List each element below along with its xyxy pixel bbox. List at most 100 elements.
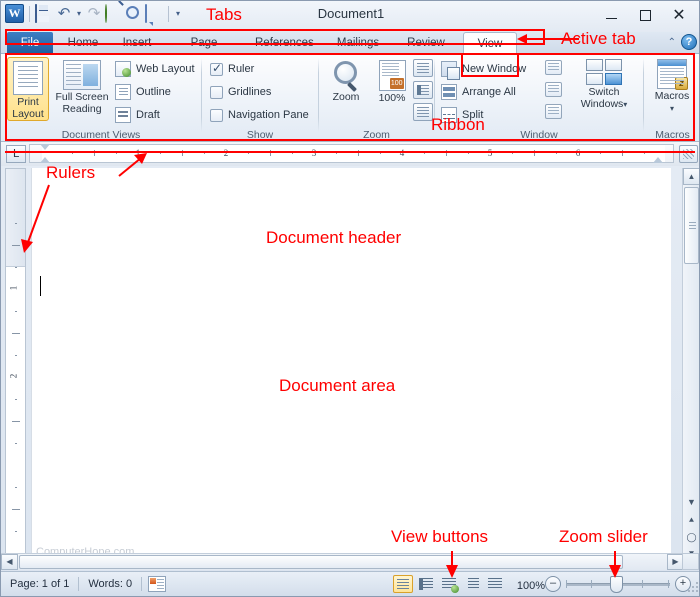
reset-window-position-button[interactable]	[545, 104, 562, 119]
tab-references[interactable]: References	[247, 32, 319, 54]
tab-page-layout[interactable]: Page Layout	[167, 32, 241, 71]
zoom-100-button[interactable]: 100%	[371, 57, 413, 105]
vertical-ruler-number: 1	[8, 285, 19, 291]
window-controls: ✕	[595, 3, 695, 27]
status-bar: Page: 1 of 1 Words: 0 100% – +	[1, 571, 699, 596]
web-layout-item[interactable]: Web Layout	[115, 59, 195, 79]
text-cursor	[40, 276, 41, 296]
full-screen-reading-view-button[interactable]	[416, 575, 436, 593]
horizontal-ruler[interactable]: 1 2 3 4 5 6	[29, 144, 674, 163]
close-button[interactable]: ✕	[663, 3, 695, 27]
print-layout-label-2: Layout	[12, 107, 44, 120]
zoom-button[interactable]: Zoom	[323, 57, 369, 104]
macros-dropdown-icon[interactable]: ▾	[670, 104, 674, 113]
draft-view-button[interactable]	[485, 575, 505, 593]
navigation-pane-checkbox-item[interactable]: Navigation Pane	[210, 105, 309, 125]
scroll-down-button[interactable]: ▼	[684, 495, 699, 510]
zoom-slider-control: – +	[545, 576, 691, 593]
word-count-status[interactable]: Words: 0	[79, 576, 141, 593]
macros-icon: ƶ	[657, 59, 688, 90]
zoom-label: Zoom	[332, 91, 360, 103]
page-width-button[interactable]	[413, 103, 433, 121]
ribbon-help-controls: ⌃ ?	[668, 34, 697, 50]
draft-item[interactable]: Draft	[115, 105, 160, 125]
vertical-scrollbar[interactable]: ▲ ▼ ⯅ ◯ ⯆	[682, 168, 699, 564]
zoom-percent-label[interactable]: 100%	[517, 580, 545, 592]
arrange-all-item[interactable]: Arrange All	[441, 82, 516, 102]
print-layout-label-1: Print	[17, 96, 39, 108]
scroll-left-button[interactable]: ◀	[1, 554, 18, 570]
maximize-button[interactable]	[629, 3, 661, 27]
ruler-checkbox[interactable]	[210, 61, 223, 76]
word-application-window: W ↶ ▾ ↷ ▾ Document1 ✕ File Home Insert P…	[0, 0, 700, 597]
group-label-document-views: Document Views	[61, 129, 141, 141]
tab-view[interactable]: View	[463, 32, 517, 54]
ribbon-group-macros: ƶ Macros ▾ Macros	[644, 54, 699, 142]
switch-windows-icon	[586, 59, 622, 85]
gridlines-checkbox[interactable]	[210, 85, 223, 99]
page-status[interactable]: Page: 1 of 1	[1, 576, 78, 593]
gridlines-checkbox-item[interactable]: Gridlines	[210, 82, 271, 102]
tab-stop-selector[interactable]: L	[6, 145, 26, 163]
vertical-ruler-tick	[12, 333, 20, 334]
full-screen-reading-button[interactable]: Full Screen Reading	[53, 57, 111, 115]
vertical-ruler-number: 2	[8, 373, 19, 379]
previous-page-button[interactable]: ⯅	[684, 513, 699, 528]
two-pages-button[interactable]	[413, 81, 433, 99]
print-layout-view-button[interactable]	[393, 575, 413, 593]
view-side-by-side-button[interactable]	[545, 60, 562, 75]
resize-grip[interactable]	[687, 582, 699, 594]
macros-button[interactable]: ƶ Macros ▾	[647, 56, 697, 114]
outline-item[interactable]: Outline	[115, 82, 171, 102]
one-page-button[interactable]	[413, 59, 433, 77]
outline-view-button[interactable]	[462, 575, 482, 593]
first-line-indent-marker[interactable]	[40, 144, 50, 150]
zoom-slider-thumb[interactable]	[610, 576, 623, 593]
group-label-zoom: Zoom	[363, 129, 390, 141]
proofing-errors-icon[interactable]	[148, 576, 167, 592]
ruler-label: Ruler	[228, 63, 255, 75]
arrange-all-label: Arrange All	[462, 86, 516, 98]
draft-icon	[115, 107, 131, 123]
tab-file[interactable]: File	[7, 32, 53, 54]
select-browse-object-button[interactable]: ◯	[684, 530, 699, 545]
scroll-up-button[interactable]: ▲	[683, 168, 699, 185]
outline-icon	[115, 84, 131, 100]
zoom-100-icon	[378, 60, 406, 91]
switch-windows-button[interactable]: Switch Windows▾	[571, 56, 637, 110]
vertical-scroll-thumb[interactable]	[684, 187, 699, 264]
help-icon[interactable]: ?	[681, 34, 697, 50]
switch-windows-dropdown-icon[interactable]: ▾	[623, 100, 627, 109]
web-layout-icon	[115, 61, 131, 77]
zoom-out-button[interactable]: –	[545, 576, 561, 592]
vertical-ruler[interactable]: 12	[5, 168, 26, 564]
new-window-icon	[441, 61, 460, 80]
gridlines-label: Gridlines	[228, 86, 272, 98]
switch-windows-label-1: Switch	[588, 86, 620, 98]
new-window-item[interactable]: New Window	[441, 59, 526, 80]
right-indent-marker[interactable]	[653, 157, 663, 163]
horizontal-scroll-thumb[interactable]	[19, 555, 623, 569]
document-area-label: Document area	[279, 376, 396, 395]
minimize-ribbon-icon[interactable]: ⌃	[668, 37, 676, 48]
vertical-ruler-tick	[15, 487, 17, 488]
print-layout-button[interactable]: Print Layout	[7, 57, 49, 121]
web-layout-view-button[interactable]	[439, 575, 459, 593]
vertical-ruler-tick	[15, 223, 17, 224]
divider	[141, 577, 143, 591]
tab-review[interactable]: Review	[397, 32, 455, 54]
outline-label: Outline	[136, 86, 171, 98]
tab-insert[interactable]: Insert	[113, 32, 161, 54]
zoom-slider-track[interactable]	[566, 576, 670, 593]
fsr-label-2: Reading	[62, 102, 102, 115]
view-ruler-button[interactable]	[679, 145, 698, 163]
horizontal-scrollbar[interactable]: ◀ ▶	[1, 553, 684, 570]
ruler-checkbox-item[interactable]: Ruler	[210, 59, 254, 79]
tab-home[interactable]: Home	[59, 32, 107, 54]
tab-mailings[interactable]: Mailings	[327, 32, 389, 54]
vertical-ruler-tick	[15, 531, 17, 532]
synchronous-scrolling-button[interactable]	[545, 82, 562, 97]
navigation-pane-checkbox[interactable]	[210, 108, 223, 122]
minimize-button[interactable]	[595, 3, 627, 27]
vertical-ruler-tick	[15, 399, 17, 400]
